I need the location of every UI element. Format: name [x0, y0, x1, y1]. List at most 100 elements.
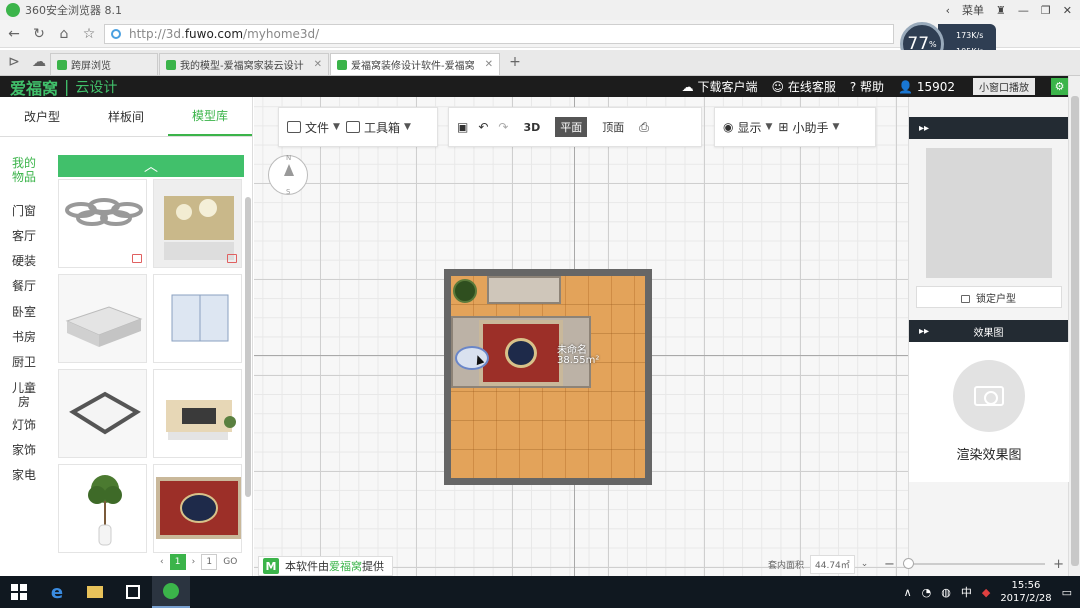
network-icon[interactable]: ◔	[922, 586, 932, 599]
software-credit[interactable]: M 本软件由 爱福窝 提供	[258, 556, 393, 576]
category-kitchen-bath[interactable]: 厨卫	[10, 355, 38, 369]
sidebar-toggle-icon[interactable]: ⊳	[3, 51, 25, 73]
category-living-room[interactable]: 客厅	[10, 229, 38, 243]
category-decor[interactable]: 家饰	[10, 443, 38, 457]
cart-icon[interactable]	[227, 254, 237, 263]
file-explorer-icon[interactable]	[76, 576, 114, 608]
zoom-slider-knob[interactable]	[902, 558, 914, 569]
render-header[interactable]: ▸▸ 效果图	[909, 320, 1068, 342]
skin-icon[interactable]: ♜	[996, 4, 1006, 17]
download-client-link[interactable]: ☁ 下载客户端	[682, 78, 758, 95]
close-button[interactable]: ✕	[1063, 4, 1072, 17]
print-icon[interactable]: ⎙	[639, 120, 649, 135]
edge-browser-icon[interactable]: e	[38, 576, 76, 608]
system-clock[interactable]: 15:56 2017/2/28	[1000, 579, 1051, 605]
mini-window-button[interactable]: 小窗口播放	[973, 78, 1035, 95]
category-kids-room[interactable]: 儿童房	[10, 381, 38, 409]
model-thumb-wall-art[interactable]	[153, 179, 242, 268]
zoom-out-button[interactable]: −	[884, 557, 895, 572]
tab-close-icon[interactable]: ✕	[477, 59, 493, 70]
lock-floorplan-button[interactable]: 锁定户型	[915, 286, 1062, 308]
minimize-button[interactable]: —	[1018, 4, 1029, 17]
store-icon[interactable]	[114, 576, 152, 608]
start-button[interactable]	[0, 576, 38, 608]
favorite-star-icon[interactable]: ☆	[78, 23, 100, 45]
redo-icon[interactable]: ↷	[498, 120, 508, 134]
tab-model-library[interactable]: 模型库	[168, 97, 252, 136]
rug[interactable]	[479, 320, 563, 386]
gear-icon[interactable]: ⚙	[1051, 78, 1068, 95]
help-link[interactable]: ? 帮助	[850, 78, 884, 95]
left-panel-scrollbar[interactable]	[245, 197, 251, 497]
online-service-link[interactable]: ☺ 在线客服	[772, 78, 836, 95]
ime-indicator[interactable]: 中	[961, 584, 972, 600]
zoom-in-button[interactable]: +	[1053, 557, 1064, 572]
view-top-button[interactable]: 顶面	[597, 117, 629, 137]
new-tab-button[interactable]: +	[504, 51, 526, 73]
preview-header[interactable]: ▸▸	[909, 117, 1068, 139]
category-hardscape[interactable]: 硬装	[10, 254, 38, 268]
page-jump-input[interactable]: 1	[201, 554, 218, 570]
user-account[interactable]: 👤 15902	[898, 80, 955, 94]
render-box[interactable]: 渲染效果图	[909, 342, 1069, 482]
potted-plant[interactable]	[453, 279, 477, 303]
view-plan-button[interactable]: 平面	[555, 117, 588, 137]
collapse-chevron-up-icon[interactable]: ︿	[58, 155, 244, 177]
category-dining-room[interactable]: 餐厅	[10, 279, 38, 293]
design-canvas[interactable]: 文件 ▼ 工具箱 ▼ ▣ ↶ ↷ 3D 平面 顶面 ⎙ ◉ 显示 ▼ ⊞ 小助手 ▼ N S…	[254, 97, 908, 576]
model-thumb-square-light[interactable]	[58, 369, 147, 458]
category-bedroom[interactable]: 卧室	[10, 305, 38, 319]
helper-menu-button[interactable]: ⊞ 小助手 ▼	[778, 119, 839, 136]
360-browser-taskbar-icon[interactable]	[152, 576, 190, 608]
next-page-icon[interactable]: ›	[192, 557, 196, 567]
sofa-back[interactable]	[487, 276, 561, 304]
browser-menu-button[interactable]: 菜单	[962, 2, 984, 18]
page-scrollbar[interactable]	[1068, 76, 1080, 576]
page-current[interactable]: 1	[169, 554, 186, 570]
save-icon[interactable]: ▣	[457, 120, 468, 134]
page-go-button[interactable]: GO	[223, 557, 237, 567]
room-label[interactable]: 未命名 38.55m²	[557, 346, 599, 366]
notifications-icon[interactable]: ▭	[1062, 586, 1072, 599]
category-study[interactable]: 书房	[10, 330, 38, 344]
zoom-slider[interactable]	[902, 558, 1046, 569]
display-menu-button[interactable]: ◉ 显示 ▼	[723, 119, 772, 136]
category-my-items[interactable]: 我的物品	[10, 156, 38, 184]
file-menu-button[interactable]: 文件 ▼	[287, 119, 340, 136]
tab-design-software[interactable]: 爱福窝装修设计软件-爱福窝 ✕	[330, 53, 500, 75]
view-3d-button[interactable]: 3D	[518, 119, 545, 136]
model-thumb-glass-partition[interactable]	[153, 274, 242, 363]
chevron-down-icon[interactable]: ⌄	[861, 559, 869, 569]
back-button[interactable]: ←	[3, 23, 25, 45]
inner-area-value[interactable]: 44.74㎡	[810, 554, 855, 574]
refresh-button[interactable]: ↻	[28, 23, 50, 45]
selected-armchair[interactable]	[455, 346, 489, 370]
app-brand[interactable]: 爱福窝 | 云设计	[0, 75, 117, 99]
tab-my-models[interactable]: 我的模型-爱福窝家装云设计 ✕	[159, 53, 329, 75]
maximize-button[interactable]: ❐	[1041, 4, 1051, 17]
antivirus-icon[interactable]: ◆	[982, 586, 990, 599]
tab-edit-floorplan[interactable]: 改户型	[0, 97, 84, 136]
toolbox-menu-button[interactable]: 工具箱 ▼	[345, 119, 411, 136]
model-thumb-ceiling-lamp[interactable]	[58, 179, 147, 268]
scrollbar-thumb[interactable]	[1071, 96, 1079, 566]
category-lighting[interactable]: 灯饰	[10, 418, 38, 432]
model-thumb-potted-tree[interactable]	[58, 464, 147, 553]
tab-close-icon[interactable]: ✕	[306, 59, 322, 70]
3d-preview[interactable]	[925, 148, 1052, 278]
tray-chevron-up-icon[interactable]: ∧	[904, 586, 912, 599]
category-appliances[interactable]: 家电	[10, 468, 38, 482]
model-thumb-tv-wall[interactable]	[153, 369, 242, 458]
volume-icon[interactable]: ◍	[941, 586, 951, 599]
prev-page-icon[interactable]: ‹	[160, 557, 164, 567]
room-floorplan[interactable]: 未命名 38.55m²	[444, 269, 652, 485]
url-input[interactable]: http://3d. fuwo.com/myhome3d/	[104, 23, 894, 44]
model-thumb-platform[interactable]	[58, 274, 147, 363]
back-small-icon[interactable]: ‹	[946, 4, 950, 17]
cart-icon[interactable]	[132, 254, 142, 263]
undo-icon[interactable]: ↶	[478, 120, 488, 134]
home-button[interactable]: ⌂	[53, 23, 75, 45]
tab-sample-room[interactable]: 样板间	[84, 97, 168, 136]
category-doors-windows[interactable]: 门窗	[10, 204, 38, 218]
compass-icon[interactable]: N S	[268, 154, 308, 196]
